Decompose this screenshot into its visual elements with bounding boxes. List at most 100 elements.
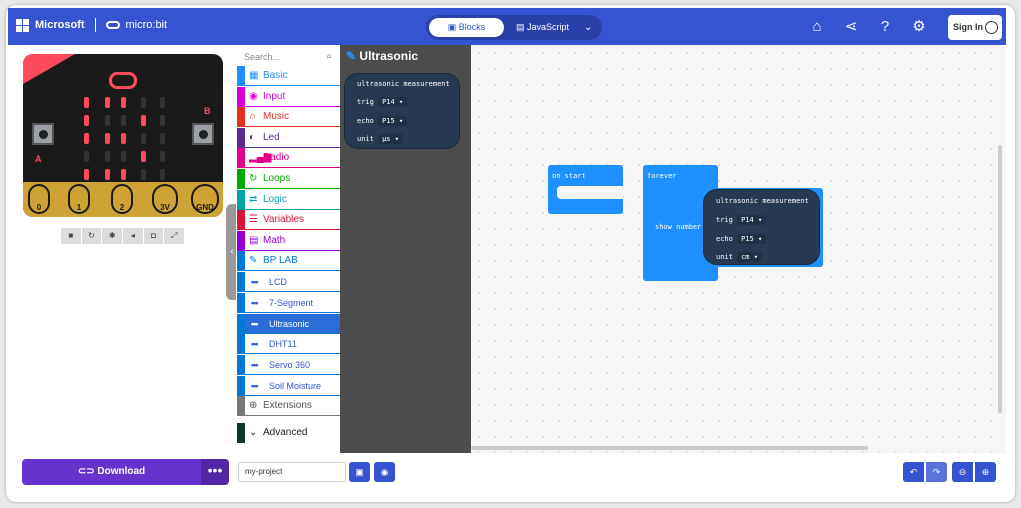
home-icon[interactable]: ⌂	[808, 18, 826, 36]
on-start-slot	[557, 186, 623, 199]
category-led[interactable]: ◐ Led	[237, 128, 340, 148]
category-loops[interactable]: ↻ Loops	[237, 169, 340, 189]
restart-icon[interactable]: ↻	[81, 228, 102, 244]
led	[105, 97, 110, 108]
block-flyout: ✎ Ultrasonic ultrasonic measurement trig…	[340, 45, 471, 453]
flyout-ultrasonic-block[interactable]: ultrasonic measurement trig P14 ▾ echo P…	[344, 73, 460, 149]
pin-0-label: 0	[36, 203, 42, 212]
workspace-horizontal-scrollbar[interactable]	[471, 446, 868, 450]
project-name-input[interactable]: my-project	[238, 462, 346, 482]
trig-row: trig P14 ▾	[357, 97, 408, 107]
trig-value: P14	[741, 216, 754, 224]
unit-label: unit	[716, 253, 733, 261]
sign-in-button[interactable]: Sign In	[948, 15, 1002, 40]
editor-tabs: ▣ Blocks ▤ JavaScript ⌄	[426, 15, 602, 40]
led	[121, 97, 126, 108]
workspace-vertical-scrollbar[interactable]	[998, 145, 1002, 413]
echo-dropdown[interactable]: P15 ▾	[378, 116, 408, 126]
button-a[interactable]	[32, 123, 54, 145]
category-math[interactable]: ▤ Math	[237, 231, 340, 251]
download-button[interactable]: ⊂⊃ Download	[22, 459, 201, 485]
pin-2[interactable]: 2	[111, 184, 133, 214]
user-icon	[985, 21, 998, 34]
search-placeholder: Search...	[244, 52, 281, 62]
screenshot-camera-icon[interactable]: ◘	[143, 228, 164, 244]
category-bp-lab[interactable]: ✎ BP LAB	[237, 251, 340, 271]
category-logic[interactable]: ⇄ Logic	[237, 190, 340, 210]
footer-bar: ⊂⊃ Download ••• my-project ▣ ◉ ↶ ↷ ⊖ ⊕	[8, 453, 1006, 493]
tab-javascript-label: JavaScript	[527, 22, 570, 32]
brand-microsoft: Microsoft	[35, 19, 85, 31]
target-icon: ◉	[249, 91, 258, 102]
pin-3v[interactable]: 3V	[152, 184, 178, 214]
on-start-block[interactable]: on start	[548, 165, 623, 214]
brand[interactable]: Microsoft micro:bit	[16, 18, 167, 32]
toolbox-search-input[interactable]: Search... ⌕	[240, 47, 336, 67]
led	[84, 115, 89, 126]
more-dots-icon: •••	[251, 381, 259, 391]
wrench-icon: ✎	[249, 255, 258, 266]
ultrasonic-measurement-block[interactable]: ultrasonic measurement trig P14 ▾ echo P…	[703, 189, 820, 265]
category-variables[interactable]: ☰ Variables	[237, 210, 340, 230]
echo-label: echo	[357, 117, 374, 125]
led	[84, 169, 89, 180]
debug-bug-icon[interactable]: ✱	[102, 228, 123, 244]
share-icon[interactable]: ⋖	[842, 18, 860, 36]
mute-speaker-icon[interactable]: ◂	[123, 228, 143, 244]
language-chevron-down-icon[interactable]: ⌄	[584, 18, 592, 37]
category-radio[interactable]: ▂▄▆ Radio	[237, 148, 340, 168]
category-extensions[interactable]: ⊕ Extensions	[237, 396, 340, 416]
category-advanced[interactable]: ⌄ Advanced	[237, 423, 340, 443]
download-label: Download	[97, 466, 146, 477]
led	[84, 151, 89, 162]
pin-gnd[interactable]: GND	[191, 184, 219, 214]
undo-button[interactable]: ↶	[903, 462, 924, 482]
subcategory-servo-360[interactable]: ••• Servo 360	[237, 355, 340, 375]
tab-javascript[interactable]: ▤ JavaScript	[516, 18, 569, 37]
microbit-board[interactable]: A B 0 1 2 3V GND	[23, 54, 223, 217]
more-options-button[interactable]: •••	[201, 459, 229, 485]
settings-gear-icon[interactable]: ⚙	[910, 18, 928, 36]
pin-0[interactable]: 0	[28, 184, 50, 214]
show-number-block[interactable]: show number ultrasonic measurement trig …	[651, 188, 823, 267]
category-music[interactable]: ∩ Music	[237, 107, 340, 127]
shuffle-icon: ⇄	[249, 194, 258, 205]
subcategory-dht11[interactable]: ••• DHT11	[237, 334, 340, 354]
unit-dropdown[interactable]: cm ▾	[737, 252, 762, 262]
category-advanced-label: Advanced	[263, 427, 308, 438]
logo-touch-icon[interactable]	[109, 72, 137, 89]
trig-dropdown[interactable]: P14 ▾	[737, 215, 767, 225]
tab-blocks[interactable]: ▣ Blocks	[429, 18, 504, 37]
subcategory-soil-moisture[interactable]: ••• Soil Moisture	[237, 376, 340, 396]
unit-dropdown[interactable]: µs ▾	[378, 134, 403, 144]
more-dots-icon: •••	[251, 298, 259, 308]
save-button[interactable]: ▣	[349, 462, 370, 482]
subcategory-ultrasonic[interactable]: ••• Ultrasonic	[237, 314, 340, 334]
redo-button[interactable]: ↷	[926, 462, 947, 482]
pin-1[interactable]: 1	[68, 184, 90, 214]
button-b[interactable]	[192, 123, 214, 145]
fullscreen-icon[interactable]: ⤢	[164, 228, 185, 244]
stop-icon[interactable]: ■	[61, 228, 81, 244]
echo-dropdown[interactable]: P15 ▾	[737, 234, 767, 244]
category-led-label: Led	[263, 132, 280, 143]
blocks-workspace[interactable]: on start forever show number ultrasonic …	[471, 45, 1006, 453]
github-button[interactable]: ◉	[374, 462, 395, 482]
category-basic[interactable]: ▦ Basic	[237, 66, 340, 86]
subcategory-lcd[interactable]: ••• LCD	[237, 272, 340, 292]
search-icon[interactable]: ⌕	[326, 47, 332, 67]
zoom-in-button[interactable]: ⊕	[975, 462, 996, 482]
subcategory-7-segment[interactable]: ••• 7-Segment	[237, 293, 340, 313]
help-icon[interactable]: ?	[876, 18, 894, 36]
led	[141, 115, 146, 126]
category-math-label: Math	[263, 235, 286, 246]
trig-dropdown[interactable]: P14 ▾	[378, 97, 408, 107]
led	[105, 169, 110, 180]
category-input[interactable]: ◉ Input	[237, 87, 340, 107]
category-basic-label: Basic	[263, 70, 288, 81]
led	[160, 169, 165, 180]
zoom-in-icon: ⊕	[981, 467, 990, 477]
project-name-value: my-project	[245, 467, 283, 476]
sign-in-label: Sign In	[953, 22, 983, 32]
zoom-out-button[interactable]: ⊖	[952, 462, 973, 482]
